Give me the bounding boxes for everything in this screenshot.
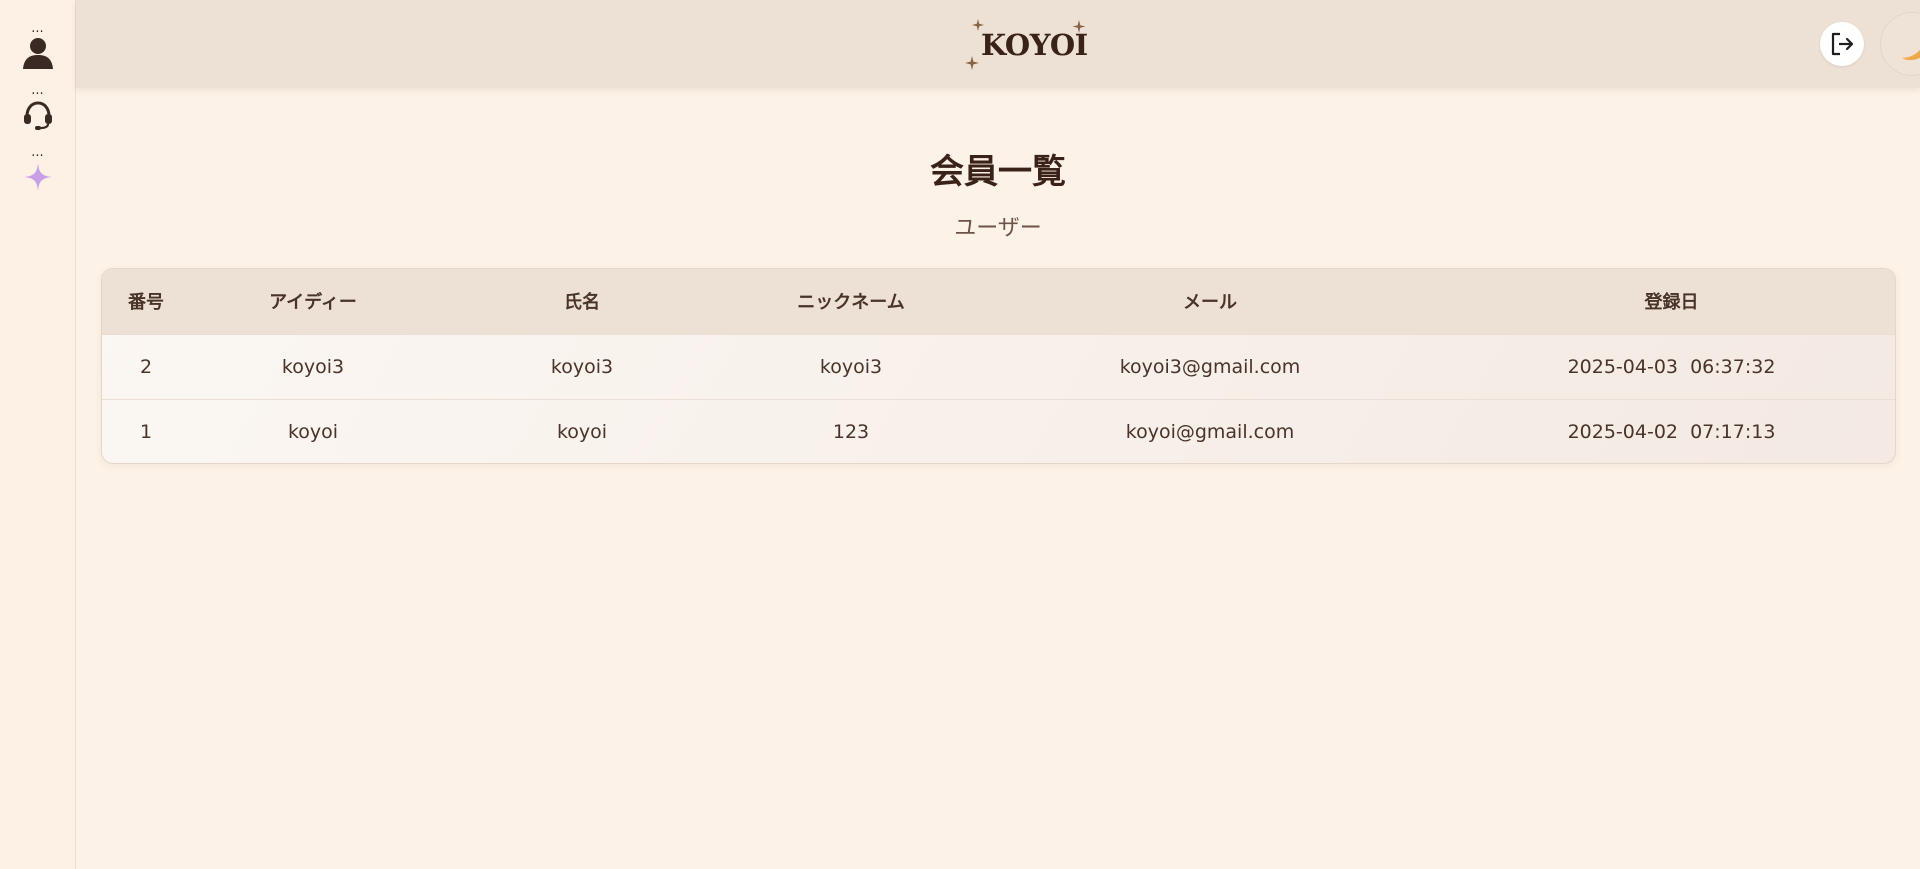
cell-nickname: koyoi3	[819, 355, 883, 378]
sidebar-item-dots: ...	[31, 145, 44, 160]
members-table: 番号 アイディー 氏名 ニックネーム メール 登録日 2 koyoi3 koyo…	[101, 268, 1896, 464]
cell-email: koyoi3@gmail.com	[1119, 355, 1301, 378]
logout-icon	[1831, 32, 1854, 56]
headset-icon	[20, 96, 56, 134]
logo-text: KOYOI	[981, 28, 1088, 62]
cell-number: 1	[139, 420, 153, 443]
column-header-email[interactable]: メール	[974, 269, 1446, 334]
cell-email: koyoi@gmail.com	[1125, 420, 1295, 443]
table-row[interactable]: 1 koyoi koyoi 123 koyoi@gmail.com 2025-0…	[102, 399, 1895, 463]
sidebar-item-profile[interactable]: ...	[20, 21, 56, 72]
column-header-number[interactable]: 番号	[102, 269, 190, 334]
page-subtitle: ユーザー	[954, 216, 1042, 241]
cell-nickname: 123	[832, 420, 870, 443]
logo[interactable]: KOYOI	[963, 16, 1089, 74]
sidebar: ... ... ...	[0, 0, 76, 869]
cell-registered-date: 2025-04-02 07:17:13	[1567, 420, 1776, 443]
top-header: KOYOI	[76, 0, 1920, 88]
table-row[interactable]: 2 koyoi3 koyoi3 koyoi3 koyoi3@gmail.com …	[102, 334, 1895, 399]
column-header-id[interactable]: アイディー	[190, 269, 436, 334]
sidebar-item-dots: ...	[31, 83, 44, 98]
user-icon	[20, 34, 56, 72]
sidebar-item-ai[interactable]: ...	[20, 145, 56, 196]
cell-registered-date: 2025-04-03 06:37:32	[1567, 355, 1776, 378]
table-header-row: 番号 アイディー 氏名 ニックネーム メール 登録日	[102, 269, 1895, 334]
column-header-name[interactable]: 氏名	[436, 269, 728, 334]
cell-id: koyoi	[287, 420, 339, 443]
page-title: 会員一覧	[930, 152, 1066, 192]
cell-number: 2	[139, 355, 153, 378]
cell-name: koyoi	[556, 420, 608, 443]
sidebar-item-support[interactable]: ...	[20, 83, 56, 134]
logout-button[interactable]	[1820, 22, 1864, 66]
column-header-nickname[interactable]: ニックネーム	[728, 269, 974, 334]
theme-toggle-button[interactable]	[1880, 12, 1920, 76]
column-header-registered-date[interactable]: 登録日	[1446, 269, 1895, 334]
sidebar-item-dots: ...	[31, 21, 44, 36]
sparkle-icon	[20, 158, 56, 196]
cell-id: koyoi3	[281, 355, 345, 378]
cell-name: koyoi3	[550, 355, 614, 378]
moon-icon	[1902, 49, 1920, 61]
